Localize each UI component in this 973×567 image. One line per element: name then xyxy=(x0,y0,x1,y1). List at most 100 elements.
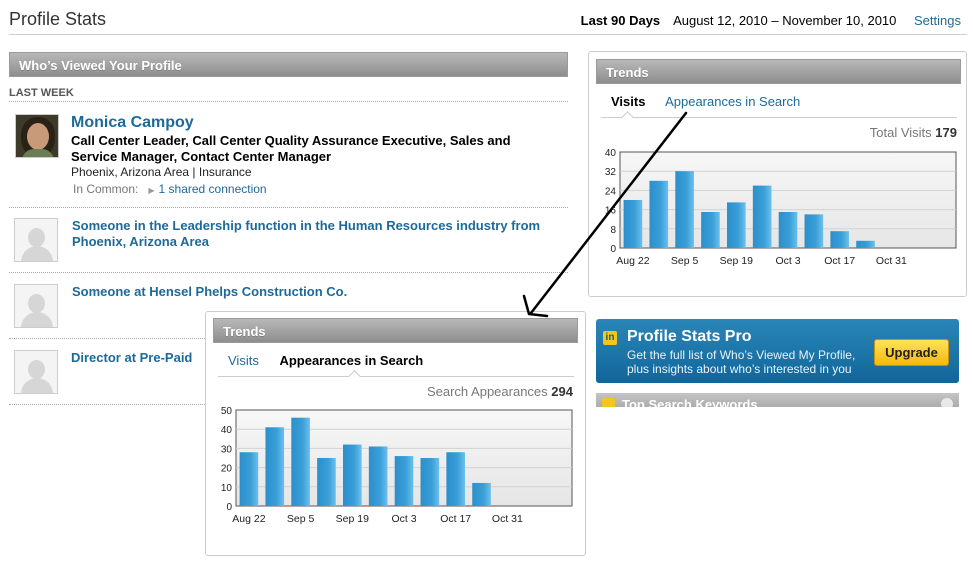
trends-header: Trends xyxy=(213,318,578,343)
linkedin-logo-icon: in xyxy=(603,331,617,345)
keywords-title: Top Search Keywords xyxy=(622,397,758,407)
y-tick-label: 10 xyxy=(221,483,233,494)
divider xyxy=(9,207,568,208)
promo-description-line: plus insights about who’s interested in … xyxy=(627,362,852,376)
bar[interactable] xyxy=(778,212,798,248)
visits-bar-chart: 0 8 16 24 32 40 Aug 22 Sep 5 Sep 19 Oct 3 Oct 17 Oc… xyxy=(605,148,957,267)
total-visits: Total Visits 179 xyxy=(800,125,957,140)
viewer-anonymous-link[interactable]: Someone at Hensel Phelps Construction Co… xyxy=(72,284,347,300)
bar[interactable] xyxy=(701,212,720,248)
divider xyxy=(9,338,209,339)
x-tick-label: Sep 5 xyxy=(287,513,315,525)
bar[interactable] xyxy=(368,446,388,506)
anonymous-avatar-icon xyxy=(14,284,58,328)
divider xyxy=(9,272,568,273)
y-tick-label: 40 xyxy=(605,148,617,159)
in-common-row: In Common: ▶ 1 shared connection xyxy=(73,182,267,196)
y-tick-label: 32 xyxy=(605,167,617,178)
promo-description-line: Get the full list of Who’s Viewed My Pro… xyxy=(627,348,856,362)
bar[interactable] xyxy=(856,240,875,248)
tab-appearances-in-search[interactable]: Appearances in Search xyxy=(279,353,423,368)
y-tick-label: 0 xyxy=(226,502,232,513)
x-tick-label: Oct 17 xyxy=(824,255,855,267)
x-tick-label: Oct 31 xyxy=(492,513,523,525)
bar[interactable] xyxy=(394,456,414,506)
viewers-section-header: Who’s Viewed Your Profile xyxy=(9,52,568,77)
x-tick-label: Sep 19 xyxy=(720,255,753,267)
y-tick-label: 20 xyxy=(221,464,233,475)
total-visits-value: 179 xyxy=(935,125,957,140)
in-common-label: In Common: xyxy=(73,182,139,196)
y-tick-label: 24 xyxy=(605,186,617,197)
help-icon[interactable] xyxy=(941,398,953,407)
bar[interactable] xyxy=(727,202,746,248)
period-heading: LAST WEEK xyxy=(9,87,74,99)
divider xyxy=(9,101,568,102)
x-tick-label: Oct 17 xyxy=(440,513,471,525)
x-tick-label: Oct 3 xyxy=(391,513,416,525)
viewer-name-link[interactable]: Monica Campoy xyxy=(71,114,194,132)
search-appearances-label: Search Appearances xyxy=(426,384,548,399)
y-tick-label: 40 xyxy=(221,425,233,436)
profile-stats-pro-promo: in Profile Stats Pro Get the full list o… xyxy=(596,319,959,383)
total-visits-label: Total Visits xyxy=(869,125,932,140)
period-label: Last 90 Days xyxy=(580,13,661,28)
bar[interactable] xyxy=(317,458,336,506)
bar[interactable] xyxy=(804,214,824,248)
y-tick-label: 0 xyxy=(610,244,616,255)
linkedin-logo-icon xyxy=(602,398,615,407)
shared-connection-link[interactable]: 1 shared connection xyxy=(159,182,267,196)
bar[interactable] xyxy=(830,231,849,248)
bar[interactable] xyxy=(265,427,285,506)
x-tick-label: Sep 5 xyxy=(671,255,699,267)
y-tick-label: 30 xyxy=(221,444,233,455)
bar[interactable] xyxy=(752,185,772,248)
page-title: Profile Stats xyxy=(9,9,107,29)
anonymous-avatar-icon xyxy=(14,350,58,394)
viewer-location: Phoenix, Arizona Area | Insurance xyxy=(71,165,252,179)
bar[interactable] xyxy=(472,482,491,506)
tab-visits[interactable]: Visits xyxy=(228,353,259,368)
divider xyxy=(9,404,209,405)
x-tick-label: Oct 3 xyxy=(775,255,800,267)
bar[interactable] xyxy=(649,180,669,248)
date-range-text: August 12, 2010 – November 10, 2010 xyxy=(673,13,897,28)
bar[interactable] xyxy=(446,452,465,506)
tab-visits[interactable]: Visits xyxy=(611,94,645,109)
search-bar-chart: 0 10 20 30 40 50 Aug 22 Sep 5 Sep 19 Oct 3 Oct 17 O… xyxy=(221,406,573,525)
date-range-header: Last 90 Days August 12, 2010 – November … xyxy=(581,13,961,28)
expand-triangle-icon[interactable]: ▶ xyxy=(148,186,154,195)
search-appearances-value: 294 xyxy=(551,384,573,399)
viewer-headline: Call Center Leader, Call Center Quality … xyxy=(71,133,511,164)
viewer-anonymous-link[interactable]: Someone in the Leadership function in th… xyxy=(72,218,562,250)
search-appearances-total: Search Appearances 294 xyxy=(380,384,573,399)
trends-tabs: Visits Appearances in Search xyxy=(228,353,423,368)
bar[interactable] xyxy=(239,452,259,506)
x-tick-label: Aug 22 xyxy=(616,255,649,267)
trends-header: Trends xyxy=(596,59,961,84)
settings-link[interactable]: Settings xyxy=(914,13,961,28)
x-tick-label: Oct 31 xyxy=(876,255,907,267)
viewer-anonymous-link[interactable]: Director at Pre-Paid xyxy=(71,350,192,366)
promo-description: Get the full list of Who’s Viewed My Pro… xyxy=(627,348,855,376)
viewer-avatar[interactable] xyxy=(15,114,59,158)
top-search-keywords-header: Top Search Keywords xyxy=(596,393,959,407)
bar[interactable] xyxy=(420,458,440,506)
tab-underline xyxy=(601,117,957,118)
tab-underline xyxy=(218,376,574,377)
x-tick-label: Sep 19 xyxy=(336,513,369,525)
trends-tabs: Visits Appearances in Search xyxy=(611,94,800,109)
bar[interactable] xyxy=(291,417,310,506)
x-tick-label: Aug 22 xyxy=(232,513,265,525)
bar[interactable] xyxy=(343,444,362,506)
header-divider xyxy=(9,34,967,35)
y-tick-label: 50 xyxy=(221,406,233,417)
tab-appearances-in-search[interactable]: Appearances in Search xyxy=(665,94,800,109)
y-tick-label: 8 xyxy=(610,225,616,236)
promo-title: Profile Stats Pro xyxy=(627,328,752,345)
bar[interactable] xyxy=(675,171,694,248)
upgrade-button[interactable]: Upgrade xyxy=(874,339,949,366)
y-tick-label: 16 xyxy=(605,206,617,217)
bar[interactable] xyxy=(623,200,643,248)
anonymous-avatar-icon xyxy=(14,218,58,262)
